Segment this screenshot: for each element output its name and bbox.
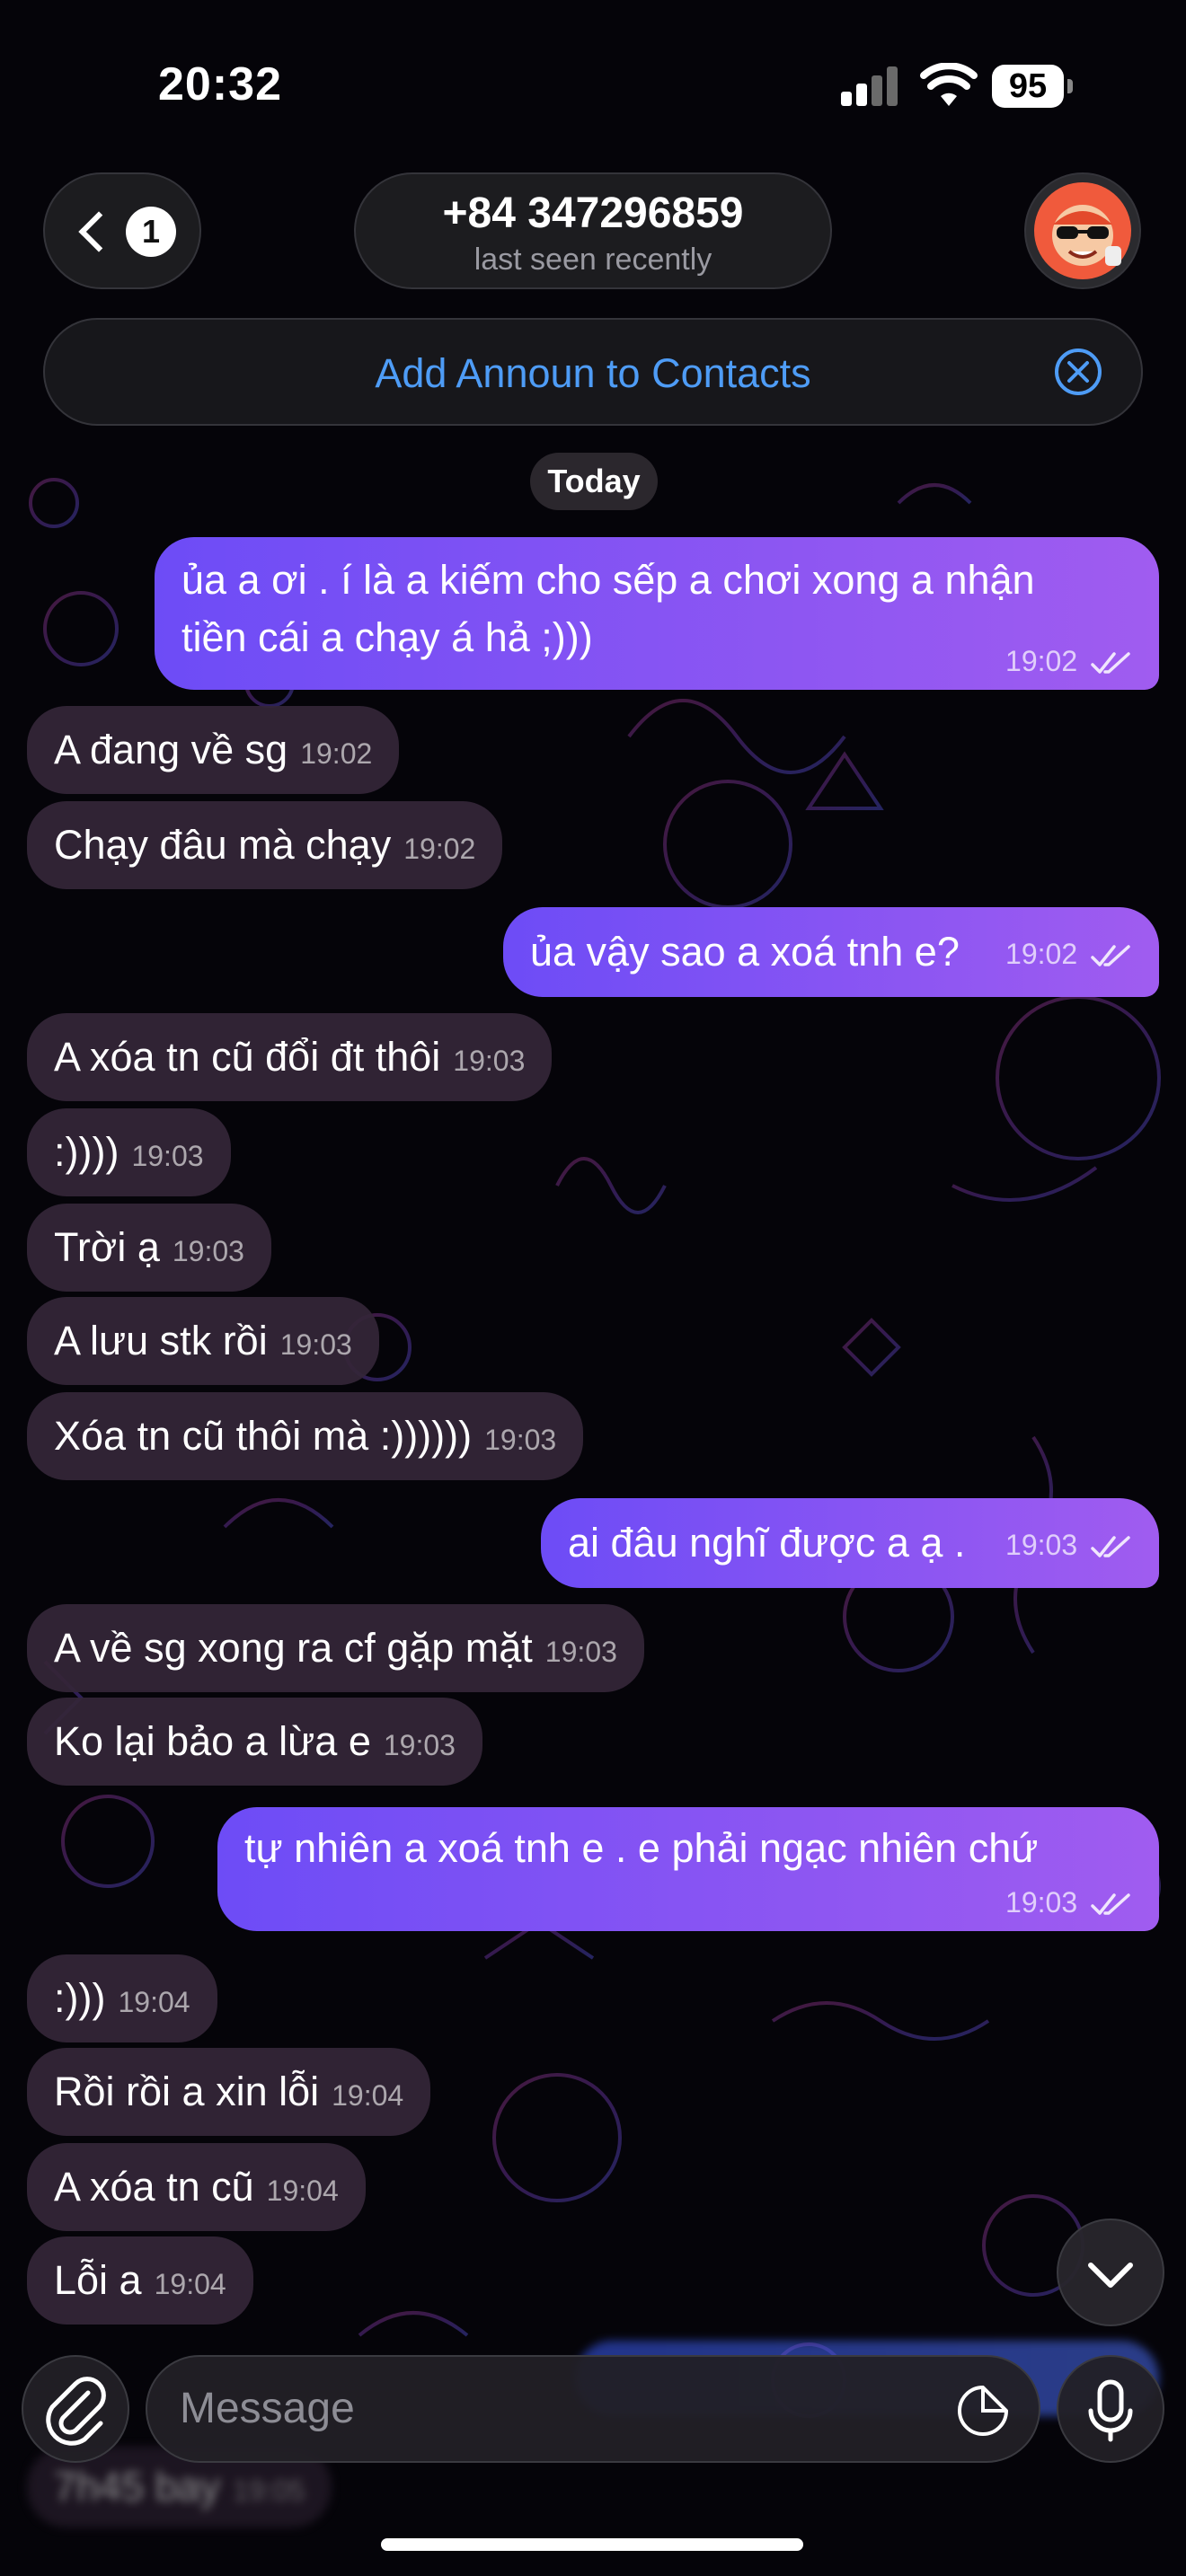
message-time: 19:02 — [1005, 938, 1078, 970]
message-incoming[interactable]: Ko lại bảo a lừa e 19:03 — [27, 1698, 482, 1786]
paperclip-icon — [46, 2377, 106, 2446]
message-text: Lỗi a — [54, 2257, 142, 2303]
message-text: :)))) — [54, 1129, 119, 1175]
wifi-icon — [920, 63, 978, 106]
message-text: A xóa tn cũ — [54, 2164, 254, 2210]
message-incoming[interactable]: :))) 19:04 — [27, 1954, 217, 2042]
close-circle-icon[interactable] — [1053, 347, 1103, 397]
message-outgoing[interactable]: ủa vậy sao a xoá tnh e? 19:02 — [503, 907, 1159, 997]
message-time: 19:03 — [279, 1328, 352, 1361]
message-outgoing[interactable]: ủa a ơi . í là a kiếm cho sếp a chơi xon… — [155, 537, 1159, 690]
add-to-contacts-banner[interactable]: Add Announ to Contacts — [43, 318, 1143, 426]
message-time: 19:05 — [233, 2475, 305, 2507]
unread-count-badge: 1 — [126, 207, 176, 257]
chevron-left-icon — [78, 211, 119, 252]
battery-icon: 95 — [992, 65, 1073, 110]
message-incoming[interactable]: Rồi rồi a xin lỗi 19:04 — [27, 2048, 431, 2136]
message-incoming[interactable]: Xóa tn cũ thôi mà :)))))) 19:03 — [27, 1392, 584, 1480]
message-text: 7h45 bay — [54, 2464, 221, 2510]
message-text: tự nhiên a xoá tnh e . e phải ngạc nhiên… — [244, 1825, 1039, 1871]
message-meta: 19:03 — [1005, 1529, 1132, 1561]
message-meta: 19:03 — [1005, 1886, 1132, 1919]
double-check-icon — [1091, 1535, 1130, 1557]
message-incoming[interactable]: Trời ạ 19:03 — [27, 1204, 271, 1292]
double-check-icon — [1091, 651, 1130, 674]
status-time: 20:32 — [158, 58, 282, 110]
message-text: ai đâu nghĩ được a ạ . — [568, 1520, 966, 1566]
contact-status: last seen recently — [474, 243, 712, 277]
microphone-button[interactable] — [1057, 2355, 1164, 2463]
contact-name: +84 347296859 — [442, 190, 744, 237]
message-meta: 19:02 — [1005, 938, 1132, 970]
cellular-signal-icon — [841, 66, 898, 106]
message-meta: 19:02 — [1005, 645, 1132, 677]
message-incoming[interactable]: A xóa tn cũ 19:04 — [27, 2143, 366, 2231]
message-time: 19:03 — [544, 1636, 617, 1668]
home-indicator — [381, 2538, 803, 2551]
message-time: 19:03 — [172, 1235, 244, 1267]
message-text: ủa vậy sao a xoá tnh e? — [530, 929, 960, 975]
message-time: 19:04 — [118, 1986, 190, 2018]
message-text: :))) — [54, 1975, 106, 2021]
message-incoming[interactable]: :)))) 19:03 — [27, 1108, 231, 1196]
message-text: Rồi rồi a xin lỗi — [54, 2069, 320, 2114]
message-incoming[interactable]: A về sg xong ra cf gặp mặt 19:03 — [27, 1604, 644, 1692]
message-time: 19:04 — [154, 2268, 226, 2300]
message-time: 19:02 — [403, 833, 476, 865]
message-time: 19:04 — [266, 2175, 339, 2207]
message-time: 19:03 — [484, 1424, 557, 1456]
message-text: Chạy đâu mà chạy — [54, 822, 392, 868]
date-divider: Today — [530, 453, 658, 510]
sticker-icon[interactable] — [956, 2384, 1010, 2438]
message-incoming[interactable]: A xóa tn cũ đổi đt thôi 19:03 — [27, 1013, 553, 1101]
message-time: 19:03 — [453, 1045, 526, 1077]
message-text: tiền cái a chạy á hả ;))) — [181, 614, 593, 660]
message-time: 19:03 — [131, 1140, 204, 1172]
attach-button[interactable] — [22, 2355, 129, 2463]
message-input[interactable]: Message — [146, 2355, 1040, 2463]
chevron-down-icon — [1088, 2263, 1133, 2288]
avatar[interactable] — [1024, 172, 1141, 289]
message-time: 19:02 — [300, 737, 373, 770]
message-text: A lưu stk rồi — [54, 1318, 268, 1363]
message-incoming[interactable]: Chạy đâu mà chạy 19:02 — [27, 801, 503, 889]
message-incoming[interactable]: A lưu stk rồi 19:03 — [27, 1297, 379, 1385]
message-outgoing[interactable]: ai đâu nghĩ được a ạ . 19:03 — [541, 1498, 1159, 1588]
message-input-placeholder: Message — [180, 2385, 355, 2432]
microphone-icon — [1088, 2379, 1133, 2442]
double-check-icon — [1091, 944, 1130, 966]
message-text: A về sg xong ra cf gặp mặt — [54, 1625, 533, 1671]
battery-level: 95 — [992, 65, 1064, 108]
message-time: 19:04 — [332, 2079, 404, 2112]
message-text: Xóa tn cũ thôi mà :)))))) — [54, 1413, 473, 1459]
avatar-cartoon-icon — [1034, 182, 1131, 279]
message-incoming[interactable]: Lỗi a 19:04 — [27, 2236, 253, 2325]
message-text: ủa a ơi . í là a kiếm cho sếp a chơi xon… — [181, 557, 1035, 603]
chat-title[interactable]: +84 347296859 last seen recently — [354, 172, 832, 289]
add-to-contacts-text[interactable]: Add Announ to Contacts — [45, 350, 1141, 397]
message-outgoing[interactable]: tự nhiên a xoá tnh e . e phải ngạc nhiên… — [217, 1807, 1159, 1931]
message-time: 19:03 — [1005, 1529, 1078, 1561]
message-text: A đang về sg — [54, 727, 288, 772]
scroll-to-bottom-button[interactable] — [1057, 2219, 1164, 2326]
message-text: A xóa tn cũ đổi đt thôi — [54, 1034, 441, 1080]
double-check-icon — [1091, 1892, 1130, 1915]
message-time: 19:03 — [1005, 1886, 1078, 1919]
message-incoming[interactable]: A đang về sg 19:02 — [27, 706, 400, 794]
message-time: 19:02 — [1005, 645, 1078, 677]
message-time: 19:03 — [383, 1729, 456, 1761]
message-text: Ko lại bảo a lừa e — [54, 1718, 371, 1764]
message-text: Trời ạ — [54, 1224, 160, 1270]
back-button[interactable]: 1 — [43, 172, 201, 289]
